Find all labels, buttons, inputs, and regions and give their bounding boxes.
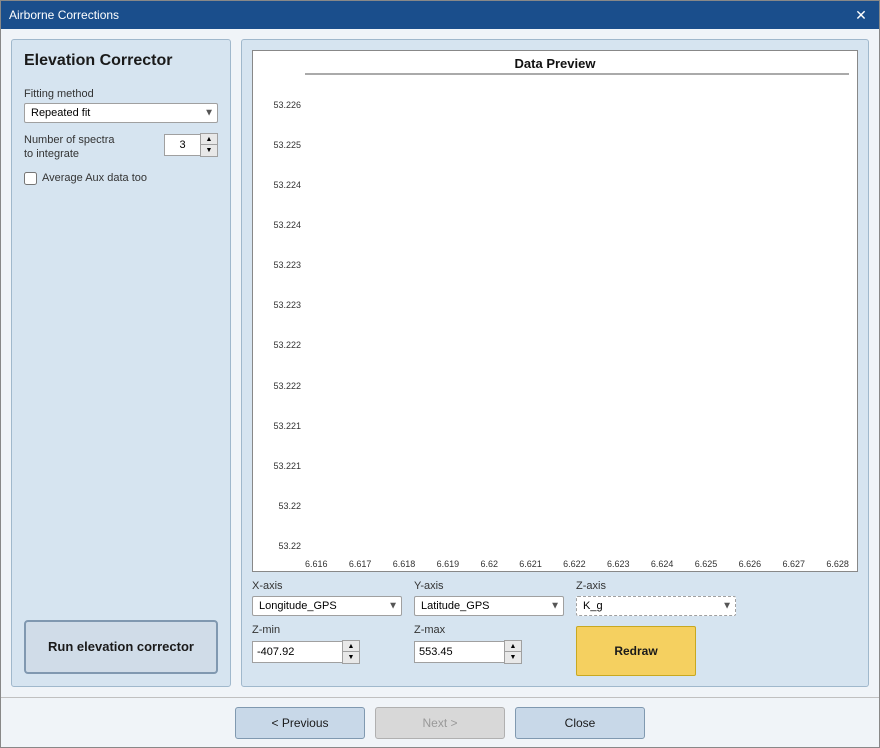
controls-row: X-axis Longitude_GPS Latitude_GPS Time ▼… (252, 580, 858, 676)
y-label-11: 53.22 (253, 542, 301, 551)
run-elevation-corrector-button[interactable]: Run elevation corrector (24, 620, 218, 674)
chart-area: Data Preview 53.226 53.225 53.224 53.224… (252, 50, 858, 572)
previous-button[interactable]: < Previous (235, 707, 365, 739)
window-close-button[interactable]: ✕ (851, 5, 871, 25)
y-axis-group: Y-axis Latitude_GPS Longitude_GPS Time ▼… (414, 580, 564, 676)
y-label-8: 53.221 (253, 422, 301, 431)
next-button[interactable]: Next > (375, 707, 505, 739)
x-label-9: 6.625 (695, 559, 718, 569)
z-max-label: Z-max (414, 624, 564, 636)
fitting-method-select-wrapper: Repeated fit Single fit None ▼ (24, 103, 218, 123)
spectra-increment-button[interactable]: ▲ (201, 134, 217, 145)
x-label-10: 6.626 (739, 559, 762, 569)
z-axis-select-wrapper: K_g U_g Th_g ▼ (576, 596, 736, 616)
x-axis: 6.616 6.617 6.618 6.619 6.62 6.621 6.622… (305, 559, 849, 569)
y-label-1: 53.225 (253, 141, 301, 150)
x-axis-group: X-axis Longitude_GPS Latitude_GPS Time ▼… (252, 580, 402, 676)
y-label-2: 53.224 (253, 181, 301, 190)
z-max-wrapper: ▲ ▼ (414, 640, 564, 664)
spectra-label: Number of spectrato integrate (24, 133, 158, 162)
y-axis-select[interactable]: Latitude_GPS Longitude_GPS Time (414, 596, 564, 616)
z-min-label: Z-min (252, 624, 402, 636)
fitting-method-group: Fitting method Repeated fit Single fit N… (24, 88, 218, 123)
y-label-4: 53.223 (253, 261, 301, 270)
spectra-spinner-buttons: ▲ ▼ (200, 133, 218, 157)
z-axis-select[interactable]: K_g U_g Th_g (576, 596, 736, 616)
bottom-bar: < Previous Next > Close (1, 697, 879, 747)
y-label-0: 53.226 (253, 101, 301, 110)
y-axis: 53.226 53.225 53.224 53.224 53.223 53.22… (253, 101, 305, 551)
fitting-method-select[interactable]: Repeated fit Single fit None (24, 103, 218, 123)
x-label-12: 6.628 (826, 559, 849, 569)
data-visualization (306, 74, 848, 75)
x-label-4: 6.62 (480, 559, 498, 569)
z-min-input[interactable] (252, 641, 342, 663)
x-axis-select[interactable]: Longitude_GPS Latitude_GPS Time (252, 596, 402, 616)
avg-aux-group: Average Aux data too (24, 172, 218, 185)
z-min-decrement-button[interactable]: ▼ (343, 652, 359, 663)
x-label-2: 6.618 (393, 559, 416, 569)
y-axis-select-wrapper: Latitude_GPS Longitude_GPS Time ▼ (414, 596, 564, 616)
x-label-1: 6.617 (349, 559, 372, 569)
spectra-group: Number of spectrato integrate ▲ ▼ (24, 133, 218, 162)
avg-aux-label: Average Aux data too (42, 172, 147, 184)
right-panel: Data Preview 53.226 53.225 53.224 53.224… (241, 39, 869, 687)
y-label-5: 53.223 (253, 301, 301, 310)
spectra-input[interactable] (164, 134, 200, 156)
main-window: Airborne Corrections ✕ Elevation Correct… (0, 0, 880, 748)
fitting-method-label: Fitting method (24, 88, 218, 100)
x-label-8: 6.624 (651, 559, 674, 569)
x-label-5: 6.621 (519, 559, 542, 569)
z-max-increment-button[interactable]: ▲ (505, 641, 521, 652)
panel-heading: Elevation Corrector (24, 52, 218, 70)
x-axis-label: X-axis (252, 580, 402, 592)
y-label-10: 53.22 (253, 502, 301, 511)
chart-title: Data Preview (253, 51, 857, 73)
window-title: Airborne Corrections (9, 8, 119, 22)
chart-content (305, 73, 849, 75)
title-bar: Airborne Corrections ✕ (1, 1, 879, 29)
avg-aux-checkbox[interactable] (24, 172, 37, 185)
z-axis-label: Z-axis (576, 580, 736, 592)
x-axis-select-wrapper: Longitude_GPS Latitude_GPS Time ▼ (252, 596, 402, 616)
x-label-3: 6.619 (437, 559, 460, 569)
x-label-6: 6.622 (563, 559, 586, 569)
z-axis-group: Z-axis K_g U_g Th_g ▼ Redraw (576, 580, 736, 676)
z-min-wrapper: ▲ ▼ (252, 640, 402, 664)
z-max-decrement-button[interactable]: ▼ (505, 652, 521, 663)
z-min-increment-button[interactable]: ▲ (343, 641, 359, 652)
z-min-spinner-buttons: ▲ ▼ (342, 640, 360, 664)
x-label-0: 6.616 (305, 559, 328, 569)
y-label-9: 53.221 (253, 462, 301, 471)
left-panel: Elevation Corrector Fitting method Repea… (11, 39, 231, 687)
main-content: Elevation Corrector Fitting method Repea… (1, 29, 879, 697)
spectra-spinner: ▲ ▼ (164, 133, 218, 157)
close-dialog-button[interactable]: Close (515, 707, 645, 739)
y-label-7: 53.222 (253, 382, 301, 391)
chart-inner: Data Preview 53.226 53.225 53.224 53.224… (253, 51, 857, 571)
y-axis-label: Y-axis (414, 580, 564, 592)
x-label-11: 6.627 (782, 559, 805, 569)
y-label-6: 53.222 (253, 341, 301, 350)
spectra-decrement-button[interactable]: ▼ (201, 145, 217, 156)
x-label-7: 6.623 (607, 559, 630, 569)
z-max-spinner-buttons: ▲ ▼ (504, 640, 522, 664)
z-max-input[interactable] (414, 641, 504, 663)
y-label-3: 53.224 (253, 221, 301, 230)
redraw-button[interactable]: Redraw (576, 626, 696, 676)
